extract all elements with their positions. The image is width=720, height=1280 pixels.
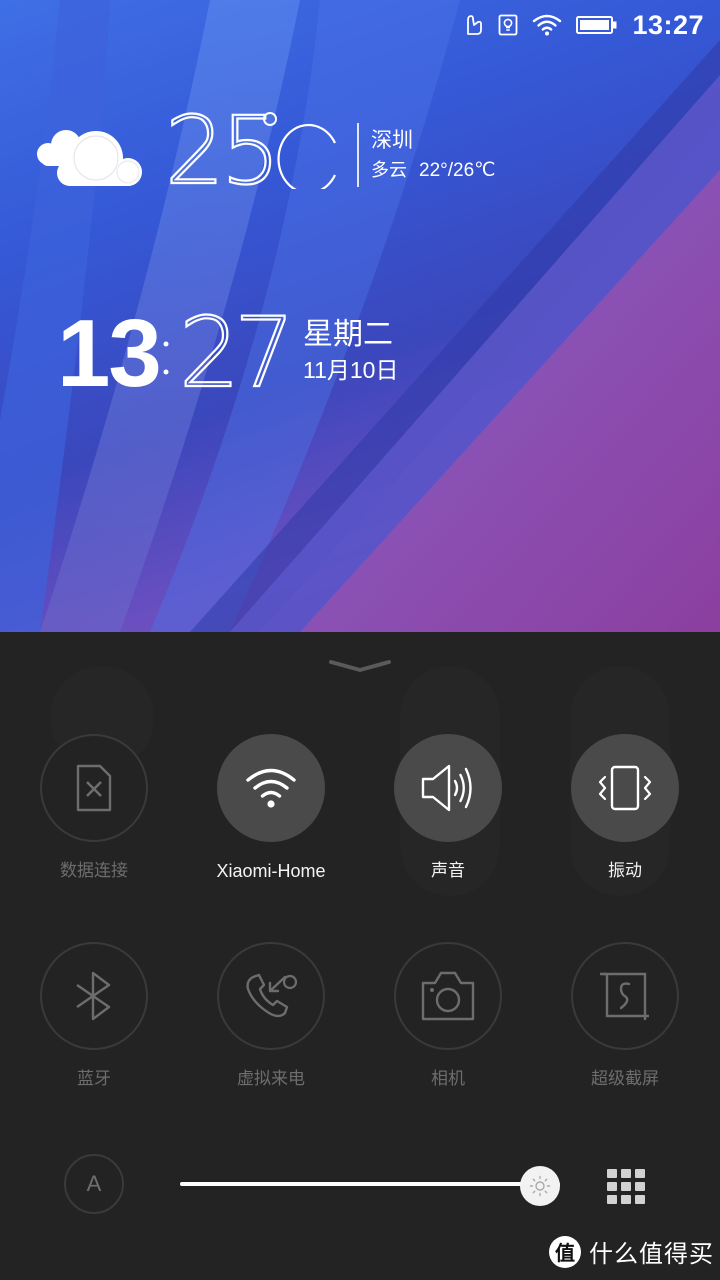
- toggle-label: 振动: [608, 861, 642, 881]
- toggle-circle[interactable]: [394, 734, 502, 842]
- toggle-circle[interactable]: [40, 942, 148, 1050]
- grid-icon: [635, 1168, 645, 1178]
- grid-icon: [621, 1168, 631, 1178]
- weather-widget[interactable]: 25 深圳 多云 22°/26℃: [33, 96, 495, 207]
- toggle-label: 蓝牙: [77, 1069, 111, 1089]
- weather-info: 深圳 多云 22°/26℃: [371, 127, 495, 183]
- vibrate-icon: [598, 765, 652, 811]
- brightness-slider[interactable]: [180, 1166, 560, 1206]
- temperature-digits: 25: [164, 96, 336, 207]
- watermark-text: 什么值得买: [589, 1240, 714, 1268]
- toggle-label: 数据连接: [60, 861, 128, 881]
- toggle-fake-call[interactable]: 虚拟来电: [206, 942, 336, 1090]
- clock-colon-dot: [163, 341, 169, 347]
- screenshot-icon: [600, 972, 649, 1020]
- toggle-circle[interactable]: [40, 734, 148, 842]
- toggle-label: 虚拟来电: [237, 1069, 305, 1089]
- toggle-label: 声音: [431, 861, 465, 881]
- bluetooth-icon: [76, 971, 111, 1021]
- wifi-icon: [246, 768, 296, 808]
- wifi-icon: [532, 14, 562, 36]
- clock-colon-dot: [163, 369, 169, 375]
- camera-icon: [421, 971, 475, 1021]
- status-bar: 13:27: [464, 0, 720, 50]
- toggle-mobile-data[interactable]: 数据连接: [29, 734, 159, 882]
- temperature: 25: [164, 96, 343, 207]
- toggle-circle[interactable]: [217, 734, 325, 842]
- grid-icon: [621, 1194, 631, 1204]
- weather-condition: 多云: [371, 160, 407, 181]
- grid-icon: [607, 1168, 617, 1178]
- weather-divider: [357, 123, 359, 187]
- glove-mode-icon: [464, 14, 484, 36]
- toggle-circle[interactable]: [571, 734, 679, 842]
- toggle-circle[interactable]: [571, 942, 679, 1050]
- watermark: 值 什么值得买: [549, 1234, 714, 1269]
- sim-off-icon: [76, 764, 112, 812]
- weather-city: 深圳: [371, 128, 413, 152]
- auto-brightness-button[interactable]: A: [64, 1154, 124, 1214]
- status-time: 13:27: [632, 9, 704, 40]
- speaker-icon: [421, 764, 472, 812]
- grid-icon: [635, 1194, 645, 1204]
- toggle-circle[interactable]: [217, 942, 325, 1050]
- toggle-label: 相机: [431, 1069, 465, 1089]
- weekday: 星期二: [303, 317, 393, 352]
- screen-lightbulb-icon: [498, 14, 518, 36]
- grid-icon: [607, 1181, 617, 1191]
- toggle-vibrate[interactable]: 振动: [560, 734, 690, 882]
- brightness-fill: [180, 1182, 560, 1186]
- toggle-label: 超级截屏: [591, 1069, 659, 1089]
- clock-minute: 27: [179, 308, 287, 392]
- brightness-thumb[interactable]: [520, 1166, 560, 1206]
- toggle-label: Xiaomi-Home: [216, 861, 326, 881]
- incoming-call-icon: [246, 973, 298, 1018]
- svg-text:25: 25: [165, 107, 277, 189]
- clock-hour: 13: [57, 308, 160, 392]
- quick-settings-panel: 数据连接 Xiaomi-Home 声音 振动 蓝牙 虚拟来电 相机 超级截屏 A…: [0, 632, 720, 1280]
- toggle-sound[interactable]: 声音: [383, 734, 513, 882]
- toggle-circle[interactable]: [394, 942, 502, 1050]
- clock-digits: 13 27: [57, 308, 287, 392]
- toggle-bluetooth[interactable]: 蓝牙: [29, 942, 159, 1090]
- date: 11月10日: [303, 357, 399, 383]
- battery-icon: [576, 15, 618, 35]
- grid-icon: [635, 1181, 645, 1191]
- date-block: 星期二 11月10日: [303, 316, 398, 384]
- grid-icon: [621, 1181, 631, 1191]
- more-settings-grid-button[interactable]: [604, 1166, 648, 1206]
- lockscreen-clock: 13 27 星期二 11月10日: [57, 308, 398, 392]
- cloudy-icon: [33, 130, 145, 194]
- chevron-down-icon: [329, 660, 391, 672]
- watermark-logo-icon: 值: [549, 1235, 581, 1268]
- weather-condition-row: 多云 22°/26℃: [371, 159, 495, 183]
- collapse-handle[interactable]: [328, 658, 392, 672]
- toggle-super-screenshot[interactable]: 超级截屏: [560, 942, 690, 1090]
- grid-icon: [607, 1194, 617, 1204]
- toggle-wifi[interactable]: Xiaomi-Home: [206, 734, 336, 882]
- weather-range: 22°/26℃: [419, 160, 496, 181]
- sun-icon: [529, 1175, 551, 1197]
- toggle-camera[interactable]: 相机: [383, 942, 513, 1090]
